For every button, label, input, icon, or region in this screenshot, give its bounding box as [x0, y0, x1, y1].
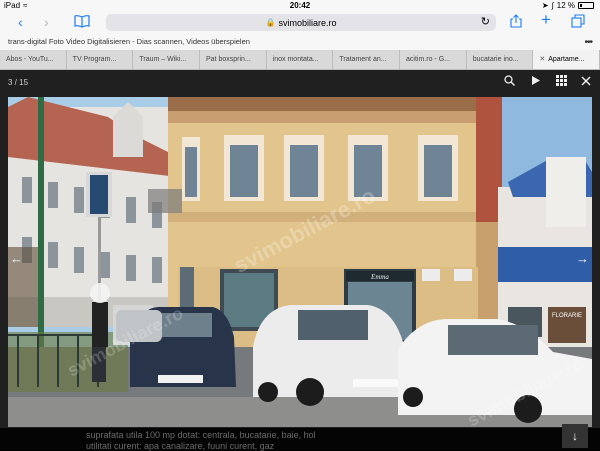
tab-label: inox montata... [272, 56, 319, 63]
caption-text: suprafata utila 100 mp dotat: centrala, … [86, 430, 316, 440]
gallery-photo[interactable]: Emma FLORARIE svimobiliare.ro svimobilia… [8, 97, 592, 427]
viewer-toolbar: 3 / 15 [0, 70, 600, 95]
gallery-viewer: 3 / 15 Emma FLORARIE svimobiliare.ro svi… [0, 70, 600, 451]
share-icon[interactable] [510, 14, 522, 31]
tab-6[interactable]: acitim.ro - G... [400, 50, 467, 69]
bookmarks-icon[interactable] [74, 14, 90, 31]
location-icon: ➤ [541, 1, 549, 10]
florarie-sign: FLORARIE [552, 313, 582, 319]
page-title: trans-digital Foto Video Digitalisieren … [0, 34, 600, 50]
prev-arrow-icon[interactable]: ← [10, 251, 23, 266]
download-icon[interactable]: ↓ [562, 424, 588, 448]
address-bar[interactable]: 🔒 svimobiliare.ro ↻ [106, 14, 496, 31]
reload-icon[interactable]: ↻ [481, 15, 490, 28]
tab-label: Abos - YouTu... [6, 56, 54, 63]
back-icon[interactable]: ‹ [18, 14, 23, 30]
more-icon[interactable]: ••• [584, 37, 592, 48]
play-icon[interactable] [531, 75, 541, 89]
tab-3[interactable]: Pat boxsprin... [200, 50, 267, 69]
tab-label: bucatarie ino... [472, 56, 519, 63]
bluetooth-icon: ∫ [551, 1, 554, 10]
tab-label: Traum – Wiki... [139, 56, 187, 63]
close-icon[interactable] [581, 75, 591, 89]
tab-2[interactable]: Traum – Wiki... [133, 50, 201, 69]
forward-icon[interactable]: › [44, 14, 49, 30]
grid-icon[interactable] [556, 75, 567, 89]
battery-percent: 12 % [556, 1, 575, 10]
shop-sign: Emma [370, 273, 389, 281]
browser-toolbar: ‹ › 🔒 svimobiliare.ro ↻ + [0, 11, 600, 34]
close-tab-icon[interactable]: ✕ [539, 56, 545, 63]
next-arrow-icon[interactable]: → [576, 251, 589, 266]
tab-5[interactable]: Tratament an... [333, 50, 401, 69]
status-bar: iPad ≈ 20:42 ➤ ∫ 12 % [0, 0, 600, 12]
tab-strip: Abos - YouTu... TV Program... Traum – Wi… [0, 50, 600, 70]
status-right: ➤ ∫ 12 % [542, 1, 594, 10]
tab-7[interactable]: bucatarie ino... [467, 50, 534, 69]
address-text: svimobiliare.ro [278, 17, 337, 28]
tab-label: TV Program... [72, 56, 117, 63]
tab-1[interactable]: TV Program... [67, 50, 134, 69]
tab-label: Tratament an... [339, 56, 387, 63]
tab-8-active[interactable]: ✕ Apartame... [533, 50, 600, 69]
tab-label: Pat boxsprin... [206, 56, 251, 63]
image-counter: 3 / 15 [8, 78, 29, 87]
photo-scene: Emma FLORARIE svimobiliare.ro svimobilia… [8, 97, 592, 427]
new-tab-icon[interactable]: + [541, 11, 551, 28]
tab-label: acitim.ro - G... [406, 56, 450, 63]
tab-label: Apartame... [548, 56, 585, 63]
caption-bar: suprafata utila 100 mp dotat: centrala, … [0, 424, 600, 451]
zoom-icon[interactable] [504, 75, 515, 89]
status-time: 20:42 [289, 1, 311, 10]
battery-icon [578, 2, 594, 9]
tab-0[interactable]: Abos - YouTu... [0, 50, 67, 69]
tabs-overview-icon[interactable] [571, 14, 585, 31]
tab-4[interactable]: inox montata... [267, 50, 334, 69]
lock-icon: 🔒 [265, 18, 276, 27]
